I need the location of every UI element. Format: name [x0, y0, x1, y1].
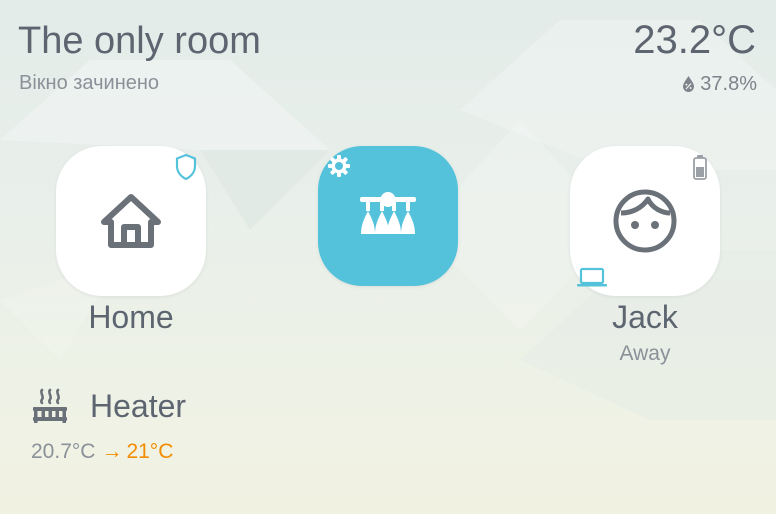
heater-icon[interactable]	[31, 388, 69, 429]
jack-presence-status: Away	[619, 342, 671, 365]
light-tile[interactable]	[318, 146, 458, 286]
home-security-tile[interactable]	[56, 146, 206, 296]
heater-target-temperature: 21°C	[126, 440, 174, 463]
jack-label: Jack	[612, 299, 678, 335]
laptop-icon	[576, 266, 608, 288]
room-temperature: 23.2°C	[633, 18, 756, 62]
heater-name[interactable]: Heater	[90, 387, 186, 425]
chandelier-icon	[358, 191, 418, 241]
heater-arrow: →	[101, 440, 123, 463]
humidity-drop-icon	[681, 75, 696, 93]
gear-icon[interactable]	[326, 153, 352, 179]
heater-current-temperature: 20.7°C	[31, 440, 96, 463]
room-title: The only room	[18, 20, 261, 62]
battery-icon	[692, 154, 708, 180]
person-jack-tile[interactable]	[570, 146, 720, 296]
humidity-value: 37.8%	[700, 73, 757, 95]
home-icon	[100, 193, 162, 249]
room-humidity: 37.8%	[681, 71, 757, 97]
shield-icon	[174, 153, 198, 181]
home-label: Home	[88, 299, 174, 335]
face-icon	[612, 188, 678, 254]
window-status: Вікно зачинено	[19, 72, 160, 94]
heater-temperatures: 20.7°C → 21°C	[31, 439, 173, 465]
